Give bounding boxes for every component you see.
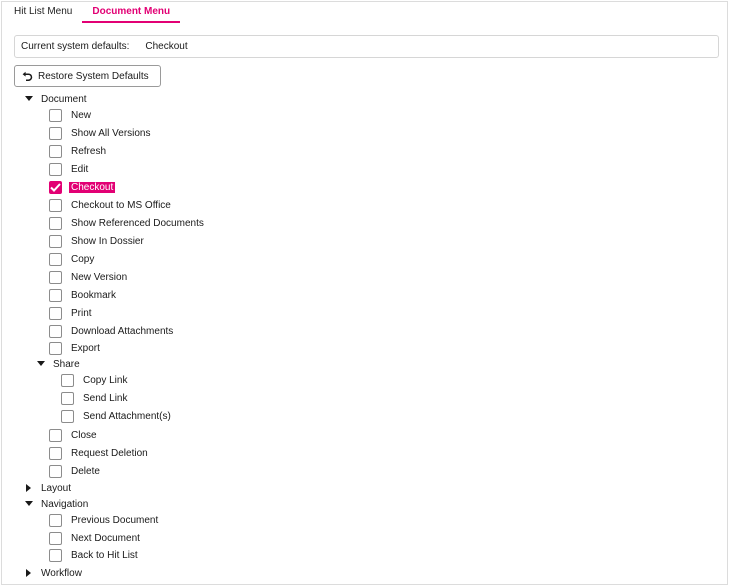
checkbox[interactable]: [49, 198, 62, 212]
menu-item-new-version[interactable]: New Version: [49, 268, 127, 286]
tab-hit-list-menu[interactable]: Hit List Menu: [4, 2, 82, 22]
checkbox[interactable]: [49, 428, 62, 442]
menu-item-delete[interactable]: Delete: [49, 462, 100, 480]
checkbox[interactable]: [49, 288, 62, 302]
checkbox[interactable]: [49, 306, 62, 320]
menu-item-label: Next Document: [71, 532, 140, 544]
menu-item-label: Show Referenced Documents: [71, 217, 204, 229]
menu-item-label: Back to Hit List: [71, 549, 138, 561]
menu-item-label: Send Attachment(s): [83, 410, 171, 422]
menu-item-label: Request Deletion: [71, 447, 148, 459]
menu-item-label: Export: [71, 342, 100, 354]
menu-item-bookmark[interactable]: Bookmark: [49, 286, 116, 304]
checkbox[interactable]: [49, 324, 62, 338]
checkbox[interactable]: [61, 373, 74, 387]
menu-item-label: Copy: [71, 253, 95, 265]
checkbox[interactable]: [49, 216, 62, 230]
checkmark-icon: [50, 182, 61, 192]
menu-item-show-all-versions[interactable]: Show All Versions: [49, 124, 151, 142]
checkbox[interactable]: [49, 446, 62, 460]
menu-item-print[interactable]: Print: [49, 304, 92, 322]
menu-item-label: Refresh: [71, 145, 107, 157]
group-document-label: Document: [41, 93, 87, 105]
menu-item-edit[interactable]: Edit: [49, 160, 88, 178]
menu-item-send-link[interactable]: Send Link: [61, 389, 127, 407]
checkbox[interactable]: [61, 391, 74, 405]
tab-bar: Hit List Menu Document Menu: [4, 2, 180, 24]
menu-item-back-to-hit-list[interactable]: Back to Hit List: [49, 546, 138, 564]
checkbox[interactable]: [49, 162, 62, 176]
current-defaults-info: Current system defaults: Checkout: [14, 35, 719, 58]
checkbox[interactable]: [49, 144, 62, 158]
menu-item-label: Copy Link: [83, 374, 128, 386]
checkbox-checked[interactable]: [49, 180, 62, 194]
document-menu-panel: Hit List Menu Document Menu Current syst…: [1, 1, 728, 585]
menu-item-label: Bookmark: [71, 289, 117, 301]
caret-right-icon[interactable]: [24, 483, 34, 493]
menu-item-send-attachments[interactable]: Send Attachment(s): [61, 407, 171, 425]
checkbox[interactable]: [49, 464, 62, 478]
menu-item-label: Edit: [71, 163, 89, 175]
menu-item-label: Show All Versions: [71, 127, 151, 139]
menu-item-previous-document[interactable]: Previous Document: [49, 511, 158, 529]
checkbox[interactable]: [49, 234, 62, 248]
restore-system-defaults-button[interactable]: Restore System Defaults: [14, 65, 161, 87]
menu-item-new[interactable]: New: [49, 106, 91, 124]
tab-document-menu[interactable]: Document Menu: [82, 2, 180, 23]
menu-item-label: New: [71, 109, 92, 121]
checkbox[interactable]: [49, 108, 62, 122]
checkbox[interactable]: [49, 252, 62, 266]
menu-item-show-in-dossier[interactable]: Show In Dossier: [49, 232, 144, 250]
menu-item-checkout[interactable]: Checkout: [49, 178, 116, 196]
caret-down-icon[interactable]: [36, 359, 46, 369]
menu-item-copy-link[interactable]: Copy Link: [61, 371, 127, 389]
checkbox[interactable]: [49, 126, 62, 140]
menu-item-label: Download Attachments: [71, 325, 174, 337]
menu-item-label: Send Link: [83, 392, 128, 404]
group-layout-label: Layout: [41, 482, 72, 494]
menu-item-label: Delete: [71, 465, 100, 477]
group-workflow-label: Workflow: [41, 567, 82, 579]
caret-right-icon[interactable]: [24, 568, 34, 578]
checkbox[interactable]: [61, 409, 74, 423]
menu-item-next-document[interactable]: Next Document: [49, 529, 140, 547]
checkbox[interactable]: [49, 513, 62, 527]
menu-item-refresh[interactable]: Refresh: [49, 142, 106, 160]
menu-item-request-deletion[interactable]: Request Deletion: [49, 444, 148, 462]
checkbox[interactable]: [49, 548, 62, 562]
caret-down-icon[interactable]: [24, 94, 34, 104]
group-share-label: Share: [53, 358, 80, 370]
checkbox[interactable]: [49, 270, 62, 284]
menu-item-download-attachments[interactable]: Download Attachments: [49, 322, 173, 340]
current-defaults-value: Checkout: [145, 41, 188, 52]
menu-item-show-referenced-documents[interactable]: Show Referenced Documents: [49, 214, 204, 232]
menu-item-label: Print: [71, 307, 92, 319]
menu-item-label: Checkout to MS Office: [71, 199, 171, 211]
current-defaults-label: Current system defaults:: [21, 41, 130, 52]
menu-item-label: New Version: [71, 271, 128, 283]
undo-icon: [22, 71, 33, 81]
caret-down-icon[interactable]: [24, 499, 34, 509]
menu-item-label: Checkout: [69, 181, 116, 193]
menu-item-close[interactable]: Close: [49, 426, 97, 444]
group-workflow[interactable]: Workflow: [24, 564, 82, 582]
menu-item-label: Previous Document: [71, 514, 159, 526]
menu-item-label: Close: [71, 429, 97, 441]
menu-item-label: Show In Dossier: [71, 235, 144, 247]
menu-item-checkout-to-ms-office[interactable]: Checkout to MS Office: [49, 196, 171, 214]
checkbox[interactable]: [49, 341, 62, 355]
menu-item-copy[interactable]: Copy: [49, 250, 94, 268]
checkbox[interactable]: [49, 531, 62, 545]
restore-system-defaults-label: Restore System Defaults: [38, 70, 149, 82]
group-navigation-label: Navigation: [41, 498, 89, 510]
